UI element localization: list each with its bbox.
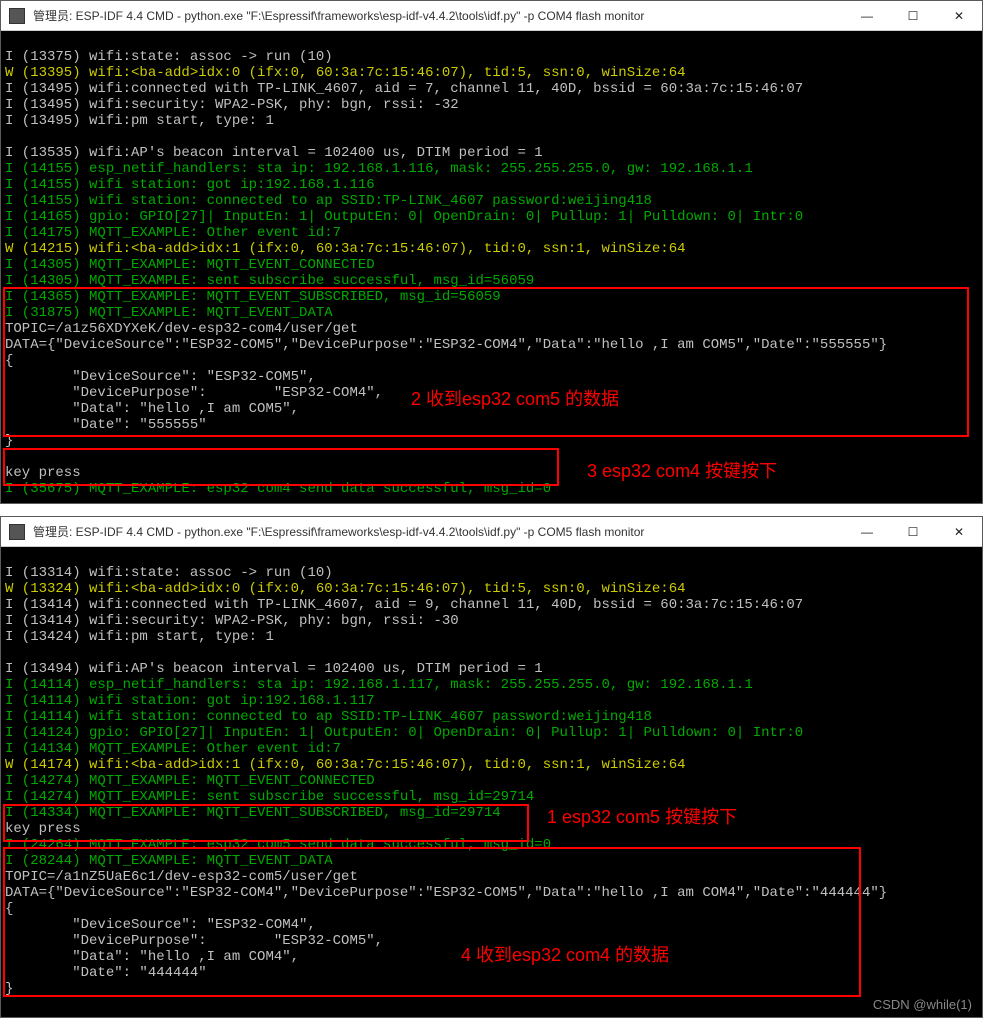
annotation-label-3: 3 esp32 com4 按键按下 <box>587 463 777 479</box>
log-line: I (13494) wifi:AP's beacon interval = 10… <box>5 661 543 677</box>
window-com4: 管理员: ESP-IDF 4.4 CMD - python.exe "F:\Es… <box>0 0 983 504</box>
log-line: I (13495) wifi:security: WPA2-PSK, phy: … <box>5 97 459 113</box>
log-line: I (13424) wifi:pm start, type: 1 <box>5 629 274 645</box>
log-line: I (14175) MQTT_EXAMPLE: Other event id:7 <box>5 225 341 241</box>
log-line: I (14165) gpio: GPIO[27]| InputEn: 1| Ou… <box>5 209 803 225</box>
log-line: I (14124) gpio: GPIO[27]| InputEn: 1| Ou… <box>5 725 803 741</box>
watermark: CSDN @while(1) <box>873 997 972 1013</box>
log-line: key press <box>5 465 81 481</box>
log-line: I (24264) MQTT_EXAMPLE: esp32 com5 send … <box>5 837 551 853</box>
log-line: I (14155) wifi station: got ip:192.168.1… <box>5 177 375 193</box>
log-line: I (13314) wifi:state: assoc -> run (10) <box>5 565 333 581</box>
terminal-output-com4[interactable]: I (13375) wifi:state: assoc -> run (10) … <box>1 31 982 503</box>
log-line: "DeviceSource": "ESP32-COM4", <box>5 917 316 933</box>
log-line: I (14334) MQTT_EXAMPLE: MQTT_EVENT_SUBSC… <box>5 805 501 821</box>
log-line: I (14134) MQTT_EXAMPLE: Other event id:7 <box>5 741 341 757</box>
log-line: "Data": "hello ,I am COM5", <box>5 401 299 417</box>
log-line: I (13414) wifi:connected with TP-LINK_46… <box>5 597 803 613</box>
maximize-button[interactable]: ☐ <box>890 1 936 31</box>
annotation-label-4: 4 收到esp32 com4 的数据 <box>461 947 669 963</box>
log-line: I (14274) MQTT_EXAMPLE: sent subscribe s… <box>5 789 534 805</box>
log-line: I (13414) wifi:security: WPA2-PSK, phy: … <box>5 613 459 629</box>
log-line: W (14215) wifi:<ba-add>idx:1 (ifx:0, 60:… <box>5 241 686 257</box>
log-line: key press <box>5 821 81 837</box>
annotation-label-2: 2 收到esp32 com5 的数据 <box>411 391 619 407</box>
annotation-label-1: 1 esp32 com5 按键按下 <box>547 809 737 825</box>
log-line: "Date": "444444" <box>5 965 207 981</box>
log-line: TOPIC=/a1z56XDYXeK/dev-esp32-com4/user/g… <box>5 321 358 337</box>
log-line: "Date": "555555" <box>5 417 207 433</box>
log-line: TOPIC=/a1nZ5UaE6c1/dev-esp32-com5/user/g… <box>5 869 358 885</box>
window-title: 管理员: ESP-IDF 4.4 CMD - python.exe "F:\Es… <box>33 7 844 24</box>
log-line: I (14155) esp_netif_handlers: sta ip: 19… <box>5 161 753 177</box>
log-line: "DevicePurpose": "ESP32-COM5", <box>5 933 383 949</box>
maximize-button[interactable]: ☐ <box>890 517 936 547</box>
log-line: DATA={"DeviceSource":"ESP32-COM5","Devic… <box>5 337 887 353</box>
log-line: I (14114) wifi station: got ip:192.168.1… <box>5 693 375 709</box>
log-line: DATA={"DeviceSource":"ESP32-COM4","Devic… <box>5 885 887 901</box>
close-button[interactable]: ✕ <box>936 1 982 31</box>
cmd-icon <box>9 524 25 540</box>
minimize-button[interactable]: — <box>844 1 890 31</box>
log-line: } <box>5 981 13 997</box>
log-line: I (14114) wifi station: connected to ap … <box>5 709 652 725</box>
log-line: I (13495) wifi:connected with TP-LINK_46… <box>5 81 803 97</box>
window-controls: — ☐ ✕ <box>844 1 982 31</box>
log-line: I (14114) esp_netif_handlers: sta ip: 19… <box>5 677 753 693</box>
log-line: W (13395) wifi:<ba-add>idx:0 (ifx:0, 60:… <box>5 65 686 81</box>
log-line: I (28244) MQTT_EXAMPLE: MQTT_EVENT_DATA <box>5 853 333 869</box>
log-line: { <box>5 353 13 369</box>
titlebar-com4[interactable]: 管理员: ESP-IDF 4.4 CMD - python.exe "F:\Es… <box>1 1 982 31</box>
window-title: 管理员: ESP-IDF 4.4 CMD - python.exe "F:\Es… <box>33 523 844 540</box>
cmd-icon <box>9 8 25 24</box>
log-line: I (35675) MQTT_EXAMPLE: esp32 com4 send … <box>5 481 551 497</box>
log-line: { <box>5 901 13 917</box>
log-line: I (31875) MQTT_EXAMPLE: MQTT_EVENT_DATA <box>5 305 333 321</box>
log-line: "DeviceSource": "ESP32-COM5", <box>5 369 316 385</box>
log-line: I (14274) MQTT_EXAMPLE: MQTT_EVENT_CONNE… <box>5 773 375 789</box>
log-line: "DevicePurpose": "ESP32-COM4", <box>5 385 383 401</box>
log-line: } <box>5 433 13 449</box>
log-line: W (13324) wifi:<ba-add>idx:0 (ifx:0, 60:… <box>5 581 686 597</box>
window-com5: 管理员: ESP-IDF 4.4 CMD - python.exe "F:\Es… <box>0 516 983 1018</box>
minimize-button[interactable]: — <box>844 517 890 547</box>
terminal-output-com5[interactable]: I (13314) wifi:state: assoc -> run (10) … <box>1 547 982 1017</box>
window-controls: — ☐ ✕ <box>844 517 982 547</box>
log-line: I (14155) wifi station: connected to ap … <box>5 193 652 209</box>
log-line: I (14365) MQTT_EXAMPLE: MQTT_EVENT_SUBSC… <box>5 289 501 305</box>
log-line: I (13375) wifi:state: assoc -> run (10) <box>5 49 333 65</box>
close-button[interactable]: ✕ <box>936 517 982 547</box>
log-line: I (13535) wifi:AP's beacon interval = 10… <box>5 145 543 161</box>
log-line: I (14305) MQTT_EXAMPLE: sent subscribe s… <box>5 273 534 289</box>
log-line: "Data": "hello ,I am COM4", <box>5 949 299 965</box>
log-line: I (14305) MQTT_EXAMPLE: MQTT_EVENT_CONNE… <box>5 257 375 273</box>
log-line: W (14174) wifi:<ba-add>idx:1 (ifx:0, 60:… <box>5 757 686 773</box>
titlebar-com5[interactable]: 管理员: ESP-IDF 4.4 CMD - python.exe "F:\Es… <box>1 517 982 547</box>
log-line: I (13495) wifi:pm start, type: 1 <box>5 113 274 129</box>
